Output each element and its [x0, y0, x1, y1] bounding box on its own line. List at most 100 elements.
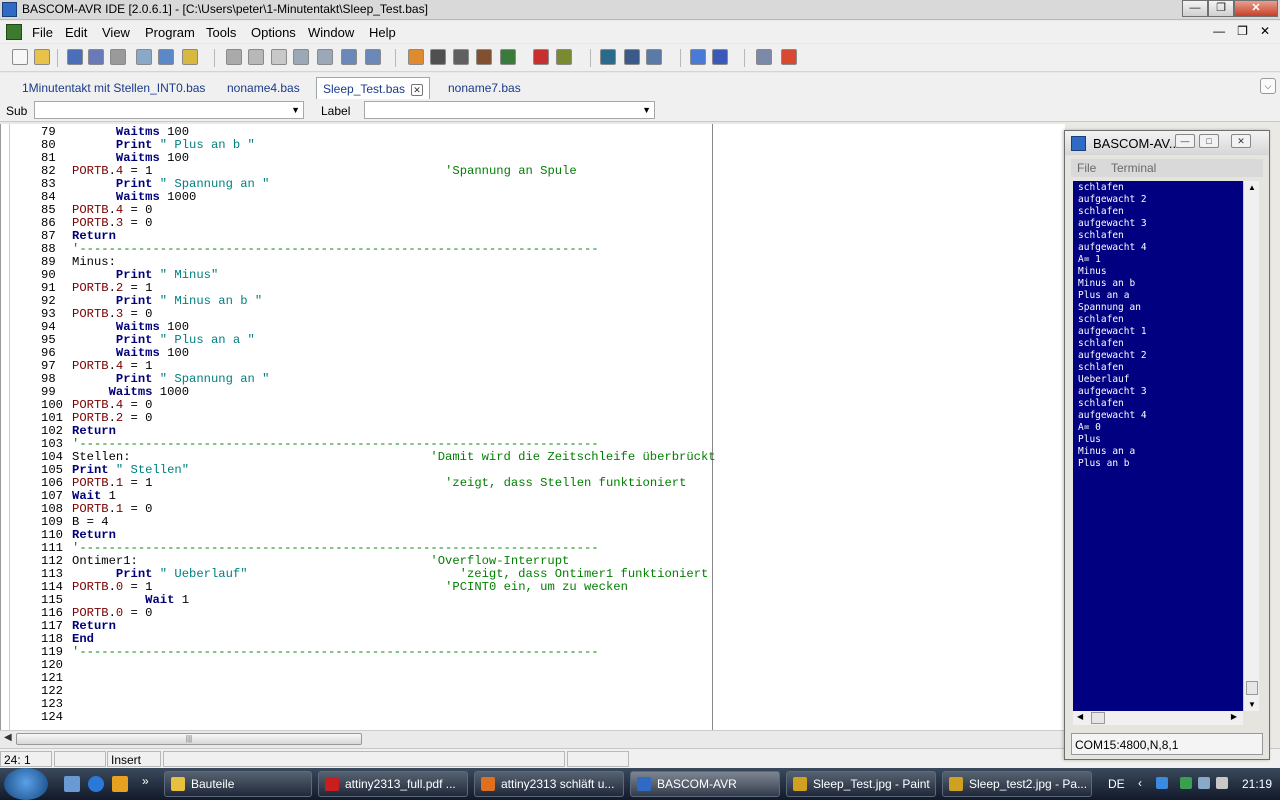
tab-noname4[interactable]: noname4.bas: [221, 77, 306, 99]
media-player-icon[interactable]: [112, 776, 128, 792]
mdi-restore-icon[interactable]: ❐: [1237, 24, 1248, 38]
sub-select[interactable]: ▼: [34, 101, 304, 119]
code-line[interactable]: 86 PORTB.3 = 0: [41, 217, 716, 230]
taskbar-button[interactable]: attiny2313_full.pdf ...: [318, 771, 468, 797]
scroll-left-icon[interactable]: ◀: [1077, 712, 1083, 721]
taskbar-button[interactable]: Sleep_test2.jpg - Pa...: [942, 771, 1092, 797]
terminal-title-bar[interactable]: BASCOM-AV... — □ ✕: [1065, 131, 1269, 155]
code-line[interactable]: 108 PORTB.1 = 0: [41, 503, 716, 516]
tab-close-icon[interactable]: ✕: [411, 84, 424, 96]
safely-remove-icon[interactable]: [1180, 777, 1192, 789]
language-indicator[interactable]: DE: [1108, 777, 1125, 791]
print-icon[interactable]: [110, 49, 126, 65]
menu-view[interactable]: View: [102, 25, 130, 40]
copy-icon[interactable]: [248, 49, 264, 65]
terminal-menu-file[interactable]: File: [1077, 161, 1096, 175]
menu-help[interactable]: Help: [369, 25, 396, 40]
terminal-menu-terminal[interactable]: Terminal: [1111, 161, 1156, 175]
stop-icon[interactable]: [533, 49, 549, 65]
terminal-horizontal-scrollbar[interactable]: ◀ ▶: [1073, 711, 1243, 725]
code-line[interactable]: 123: [41, 698, 716, 711]
chip-icon[interactable]: [453, 49, 469, 65]
taskbar-button[interactable]: attiny2313 schläft u...: [474, 771, 624, 797]
indent-icon[interactable]: [293, 49, 309, 65]
document-icon[interactable]: [6, 24, 22, 40]
find-icon[interactable]: [158, 49, 174, 65]
internet-explorer-icon[interactable]: [88, 776, 104, 792]
taskbar-button[interactable]: BASCOM-AVR: [630, 771, 780, 797]
start-button[interactable]: [4, 768, 48, 800]
code-line[interactable]: 119 '------------------------------------…: [41, 646, 716, 659]
open-file-icon[interactable]: [34, 49, 50, 65]
code-line[interactable]: 109 B = 4: [41, 516, 716, 529]
scroll-left-icon[interactable]: ◀: [4, 732, 12, 743]
menu-options[interactable]: Options: [251, 25, 296, 40]
menu-program[interactable]: Program: [145, 25, 195, 40]
mdi-minimize-icon[interactable]: —: [1213, 24, 1225, 38]
scroll-down-icon[interactable]: ▼: [1248, 700, 1256, 709]
save-copy-icon[interactable]: [182, 49, 198, 65]
tab-noname7[interactable]: noname7.bas: [442, 77, 527, 99]
code-line[interactable]: 88 '-------------------------------------…: [41, 243, 716, 256]
terminal-close-button[interactable]: ✕: [1231, 134, 1251, 148]
help-icon[interactable]: [712, 49, 728, 65]
code-line[interactable]: 124: [41, 711, 716, 724]
taskbar-button[interactable]: Sleep_Test.jpg - Paint: [786, 771, 936, 797]
info-icon[interactable]: [690, 49, 706, 65]
save-icon[interactable]: [67, 49, 83, 65]
close-button[interactable]: ✕: [1234, 0, 1278, 17]
chip2-icon[interactable]: [476, 49, 492, 65]
save-all-icon[interactable]: [88, 49, 104, 65]
label-select[interactable]: ▼: [364, 101, 655, 119]
restore-button[interactable]: ❐: [1208, 0, 1234, 17]
code-editor[interactable]: 79 Waitms 100 80 Print " Plus an b " 81 Wa…: [0, 124, 1065, 730]
bascom-app-icon[interactable]: [2, 2, 17, 17]
minimize-button[interactable]: —: [1182, 0, 1208, 17]
lcd-icon[interactable]: [556, 49, 572, 65]
menu-file[interactable]: File: [32, 25, 53, 40]
wave-icon[interactable]: [646, 49, 662, 65]
terminal-output[interactable]: schlafen aufgewacht 2 schlafen aufgewacht 3…: [1073, 181, 1243, 711]
tab-1minutentakt[interactable]: 1Minutentakt mit Stellen_INT0.bas: [16, 77, 211, 99]
menu-edit[interactable]: Edit: [65, 25, 87, 40]
terminal-maximize-button[interactable]: □: [1199, 134, 1219, 148]
tab-list-chevron-icon[interactable]: ⌵: [1260, 78, 1276, 94]
code-line[interactable]: 101 PORTB.2 = 0: [41, 412, 716, 425]
code-line[interactable]: 122: [41, 685, 716, 698]
cut-icon[interactable]: [226, 49, 242, 65]
find-text-icon[interactable]: [341, 49, 357, 65]
bluetooth-icon[interactable]: [1156, 777, 1168, 789]
scrollbar-thumb[interactable]: [1246, 681, 1258, 695]
tab-sleep-test[interactable]: Sleep_Test.bas ✕: [316, 77, 431, 99]
menu-tools[interactable]: Tools: [206, 25, 236, 40]
network-icon[interactable]: [1198, 777, 1210, 789]
compile-icon[interactable]: [408, 49, 424, 65]
editor-horizontal-scrollbar[interactable]: ◀ |||: [0, 730, 1065, 746]
clock[interactable]: 21:19: [1242, 777, 1272, 791]
volume-icon[interactable]: [1216, 777, 1228, 789]
code-line[interactable]: 121: [41, 672, 716, 685]
menu-window[interactable]: Window: [308, 25, 354, 40]
code-line[interactable]: 117 Return: [41, 620, 716, 633]
show-desktop-icon[interactable]: [64, 776, 80, 792]
quick-launch-expand-icon[interactable]: »: [142, 774, 149, 788]
code-line[interactable]: 120: [41, 659, 716, 672]
replace-icon[interactable]: [365, 49, 381, 65]
code-line[interactable]: 116 PORTB.0 = 0: [41, 607, 716, 620]
scrollbar-thumb[interactable]: |||: [16, 733, 362, 745]
terminal-vertical-scrollbar[interactable]: ▲ ▼: [1243, 181, 1259, 711]
code-text[interactable]: 79 Waitms 100 80 Print " Plus an b " 81 Wa…: [41, 126, 716, 724]
paste-icon[interactable]: [271, 49, 287, 65]
scrollbar-thumb[interactable]: [1091, 712, 1105, 724]
zoom-icon[interactable]: [756, 49, 772, 65]
pdf-icon[interactable]: [781, 49, 797, 65]
mdi-close-icon[interactable]: ✕: [1260, 24, 1270, 38]
scroll-up-icon[interactable]: ▲: [1248, 183, 1256, 192]
taskbar-button[interactable]: Bauteile: [164, 771, 312, 797]
new-file-icon[interactable]: [12, 49, 28, 65]
terminal-icon[interactable]: [624, 49, 640, 65]
tray-expand-icon[interactable]: ‹: [1138, 776, 1142, 790]
unindent-icon[interactable]: [317, 49, 333, 65]
programmer-icon[interactable]: [500, 49, 516, 65]
code-line[interactable]: 106 PORTB.1 = 1 'zeigt, dass Stellen funk…: [41, 477, 716, 490]
